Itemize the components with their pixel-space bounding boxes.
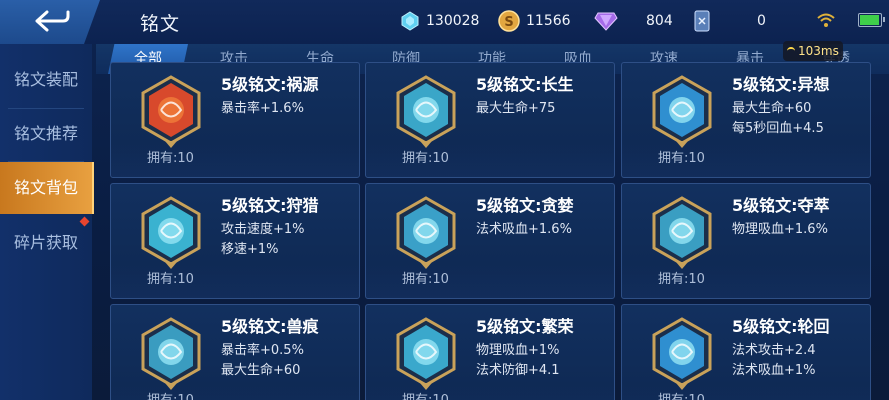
svg-text:S: S <box>504 15 513 30</box>
rune-card-huoyuan[interactable]: 5级铭文:祸源暴击率+1.6% 拥有:10 <box>110 62 360 178</box>
rune-name: 5级铭文:繁荣 <box>476 317 574 336</box>
sidebar-item-rune-equip[interactable]: 铭文装配 <box>0 54 92 106</box>
rune-card-tanlan[interactable]: 5级铭文:贪婪法术吸血+1.6% 拥有:10 <box>365 183 615 299</box>
gem-amount: 804 <box>646 13 673 29</box>
rune-name: 5级铭文:轮回 <box>732 317 830 336</box>
rune-name: 5级铭文:异想 <box>732 75 830 94</box>
rune-icon <box>141 75 201 148</box>
rune-card-changsheng[interactable]: 5级铭文:长生最大生命+75 拥有:10 <box>365 62 615 178</box>
back-arrow-icon <box>35 10 70 32</box>
card-icon <box>694 10 710 32</box>
diamond-amount: 130028 <box>426 13 480 29</box>
sidebar: 铭文装配 铭文推荐 铭文背包 碎片获取 <box>0 44 94 400</box>
rune-name: 5级铭文:兽痕 <box>221 317 319 336</box>
card-amount: 0 <box>757 13 766 29</box>
rune-icon <box>141 196 201 269</box>
rune-stat: 暴击率+0.5% <box>221 343 304 358</box>
diamond-icon <box>401 11 419 31</box>
rune-stat: 暴击率+1.6% <box>221 101 304 116</box>
rune-card-fanrong[interactable]: 5级铭文:繁荣物理吸血+1% 法术防御+4.1 拥有:10 <box>365 304 615 400</box>
top-bar: 铭文 130028 S 11566 804 0 <box>0 0 889 44</box>
rune-card-shoulie[interactable]: 5级铭文:狩猎攻击速度+1% 移速+1% 拥有:10 <box>110 183 360 299</box>
gold-currency: S 11566 <box>498 10 571 32</box>
ping-indicator: 103ms <box>783 41 843 61</box>
sidebar-item-fragment-obtain[interactable]: 碎片获取 <box>0 217 92 269</box>
rune-card-lunhui[interactable]: 5级铭文:轮回法术攻击+2.4 法术吸血+1% 拥有:10 <box>621 304 871 400</box>
rune-name: 5级铭文:长生 <box>476 75 574 94</box>
rune-stat: 物理吸血+1.6% <box>732 222 828 237</box>
sidebar-item-rune-recommend[interactable]: 铭文推荐 <box>0 108 92 160</box>
rune-stat: 最大生命+60 <box>221 363 301 378</box>
rune-icon <box>652 196 712 269</box>
owned-count: 拥有:10 <box>402 389 449 400</box>
rune-stat: 最大生命+60 <box>732 101 812 116</box>
rune-icon <box>396 317 456 390</box>
rune-name: 5级铭文:夺萃 <box>732 196 830 215</box>
gem-currency: 804 <box>594 10 673 32</box>
diamond-currency: 130028 <box>400 10 479 32</box>
rune-card-shouhen[interactable]: 5级铭文:兽痕暴击率+0.5% 最大生命+60 拥有:10 <box>110 304 360 400</box>
owned-count: 拥有:10 <box>147 389 194 400</box>
rune-icon <box>652 317 712 390</box>
page-title: 铭文 <box>140 13 181 35</box>
back-button[interactable] <box>0 0 100 44</box>
owned-count: 拥有:10 <box>658 151 705 166</box>
rune-stat: 法术吸血+1% <box>732 363 816 378</box>
gold-amount: 11566 <box>526 13 571 29</box>
rune-icon <box>141 317 201 390</box>
battery-icon <box>858 13 885 27</box>
rune-stat: 攻击速度+1% <box>221 222 305 237</box>
owned-count: 拥有:10 <box>658 389 705 400</box>
owned-count: 拥有:10 <box>658 272 705 287</box>
owned-count: 拥有:10 <box>402 272 449 287</box>
owned-count: 拥有:10 <box>147 272 194 287</box>
owned-count: 拥有:10 <box>147 151 194 166</box>
rune-icon <box>396 75 456 148</box>
purple-gem-icon <box>594 12 618 31</box>
rune-icon <box>396 196 456 269</box>
rune-name: 5级铭文:狩猎 <box>221 196 319 215</box>
rune-stat: 物理吸血+1% <box>476 343 560 358</box>
rune-stat: 最大生命+75 <box>476 101 556 116</box>
gold-coin-icon: S <box>498 10 520 32</box>
ping-value: 103ms <box>798 44 839 58</box>
rune-icon <box>652 75 712 148</box>
sidebar-item-rune-bag[interactable]: 铭文背包 <box>0 162 94 214</box>
wifi-icon <box>817 13 835 27</box>
rune-card-duocui[interactable]: 5级铭文:夺萃物理吸血+1.6% 拥有:10 <box>621 183 871 299</box>
rune-card-yixiang[interactable]: 5级铭文:异想最大生命+60 每5秒回血+4.5 拥有:10 <box>621 62 871 178</box>
rune-name: 5级铭文:祸源 <box>221 75 319 94</box>
owned-count: 拥有:10 <box>402 151 449 166</box>
rune-screen: 铭文 130028 S 11566 804 0 铭文装配 铭文推荐 铭文背包 碎… <box>0 0 889 400</box>
signal-icon <box>787 47 795 55</box>
rune-stat: 每5秒回血+4.5 <box>732 121 824 136</box>
card-currency: 0 <box>693 10 766 32</box>
rune-stat: 法术防御+4.1 <box>476 363 560 378</box>
rune-name: 5级铭文:贪婪 <box>476 196 574 215</box>
rune-stat: 移速+1% <box>221 242 279 257</box>
rune-stat: 法术吸血+1.6% <box>476 222 572 237</box>
rune-stat: 法术攻击+2.4 <box>732 343 816 358</box>
